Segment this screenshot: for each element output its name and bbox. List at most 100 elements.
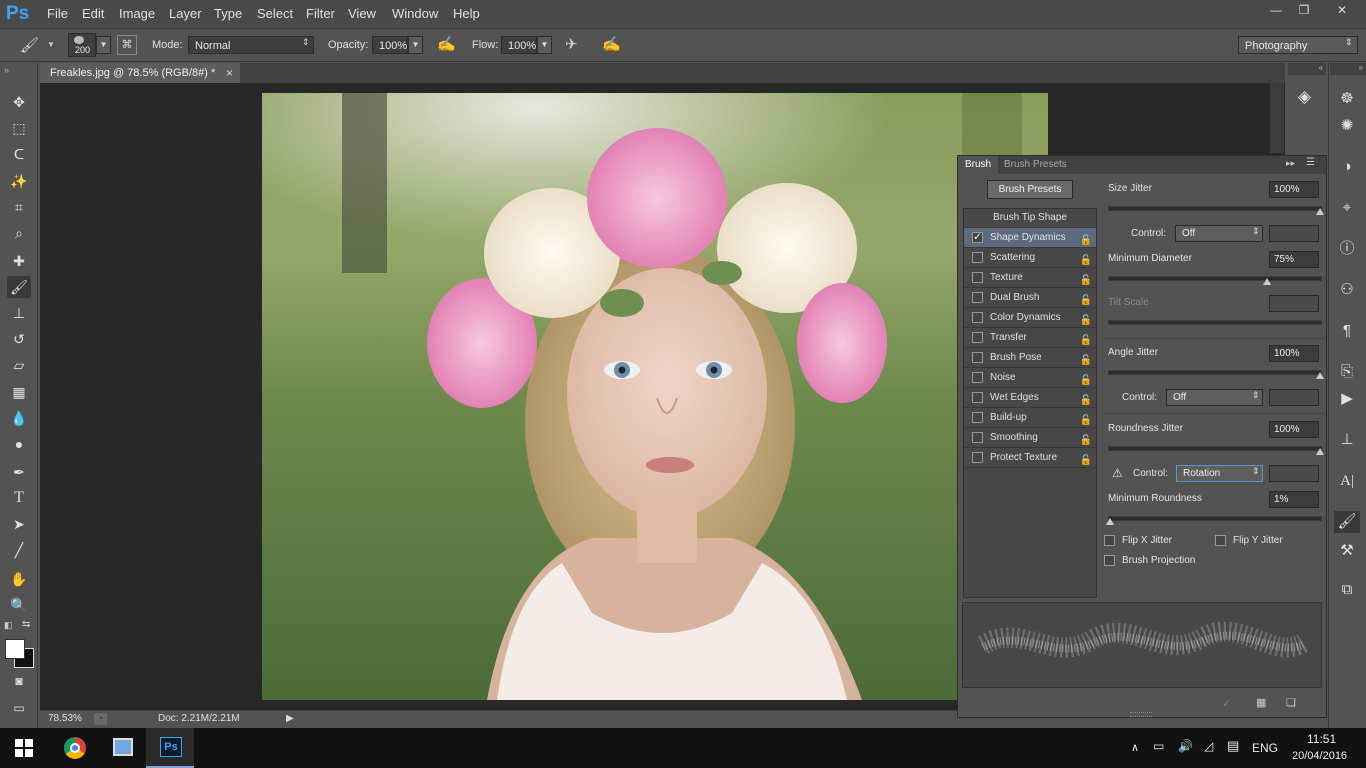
photos-taskbar-icon[interactable] xyxy=(98,728,146,768)
panel-resize-grip[interactable] xyxy=(1130,712,1152,717)
opacity-slider-arrow-icon[interactable]: ▼ xyxy=(408,36,423,54)
action-center-icon[interactable]: ▤ xyxy=(1227,738,1239,754)
flow-input[interactable]: 100% xyxy=(501,36,537,54)
brush-presets-button[interactable]: Brush Presets xyxy=(987,180,1073,199)
healing-brush-tool-icon[interactable]: ✚ xyxy=(7,250,31,272)
panel-menu-icon[interactable]: ☰ xyxy=(1306,157,1315,168)
brush-setting-scattering[interactable]: Scattering 🔓 xyxy=(964,248,1096,268)
collapse-tools-icon[interactable]: » xyxy=(4,65,9,75)
dock-collapse-bar[interactable]: « xyxy=(1288,63,1326,75)
quick-mask-icon[interactable]: ◙ xyxy=(7,670,31,692)
status-info-icon[interactable]: ◔ xyxy=(94,713,107,725)
panel-collapse-icon[interactable]: ▸▸ xyxy=(1286,158,1295,169)
brush-setting-noise[interactable]: Noise 🔓 xyxy=(964,368,1096,388)
size-jitter-slider[interactable] xyxy=(1108,206,1322,211)
marquee-tool-icon[interactable]: ⬚ xyxy=(7,117,31,139)
angle-jitter-thumb[interactable] xyxy=(1316,372,1324,379)
new-brush-icon[interactable]: ❏ xyxy=(1286,696,1296,709)
menu-file[interactable]: File xyxy=(47,6,68,21)
brush-tool-preset-icon[interactable]: 🖌 xyxy=(20,36,46,54)
brush-setting-color-dynamics[interactable]: Color Dynamics 🔓 xyxy=(964,308,1096,328)
language-indicator[interactable]: ENG xyxy=(1252,741,1278,755)
brush-panel-toggle-icon[interactable]: ⌘ xyxy=(117,35,137,55)
3d-icon[interactable]: ⧉ xyxy=(1337,579,1357,601)
tool-presets-icon[interactable]: ⚒ xyxy=(1337,540,1357,562)
restore-button[interactable]: ❐ xyxy=(1288,0,1320,20)
menu-filter[interactable]: Filter xyxy=(306,6,335,21)
paragraph-icon[interactable]: ¶ xyxy=(1337,320,1357,342)
brush-setting-dual-brush[interactable]: Dual Brush 🔓 xyxy=(964,288,1096,308)
path-selection-tool-icon[interactable]: ➤ xyxy=(7,513,31,535)
brush-setting-texture[interactable]: Texture 🔓 xyxy=(964,268,1096,288)
history-brush-tool-icon[interactable]: ↺ xyxy=(7,328,31,350)
type-tool-icon[interactable]: T xyxy=(7,487,31,509)
brush-setting-checkbox[interactable] xyxy=(972,412,983,423)
move-tool-icon[interactable]: ✥ xyxy=(7,91,31,113)
brush-setting-checkbox[interactable]: ✓ xyxy=(972,232,983,243)
line-tool-icon[interactable]: ╱ xyxy=(7,539,31,561)
brush-setting-smoothing[interactable]: Smoothing 🔓 xyxy=(964,428,1096,448)
brush-setting-checkbox[interactable] xyxy=(972,452,983,463)
brush-setting-checkbox[interactable] xyxy=(972,292,983,303)
brush-setting-wet-edges[interactable]: Wet Edges 🔓 xyxy=(964,388,1096,408)
battery-icon[interactable]: ▭ xyxy=(1153,739,1164,753)
wifi-icon[interactable]: ◿ xyxy=(1204,739,1213,753)
pen-tool-icon[interactable]: ✒ xyxy=(7,461,31,483)
menu-select[interactable]: Select xyxy=(257,6,293,21)
brush-tool-icon[interactable]: 🖌 xyxy=(7,276,31,298)
pressure-size-icon[interactable]: ✍ xyxy=(602,35,621,53)
eyedropper-tool-icon[interactable]: ⌕ xyxy=(7,222,31,244)
min-roundness-thumb[interactable] xyxy=(1106,518,1115,525)
brush-setting-transfer[interactable]: Transfer 🔓 xyxy=(964,328,1096,348)
brush-setting-brush-pose[interactable]: Brush Pose 🔓 xyxy=(964,348,1096,368)
brush-setting-shape-dynamics[interactable]: ✓ Shape Dynamics 🔓 xyxy=(964,228,1096,248)
menu-help[interactable]: Help xyxy=(453,6,480,21)
flow-slider-arrow-icon[interactable]: ▼ xyxy=(537,36,552,54)
angle-control-select[interactable]: Off xyxy=(1166,389,1263,406)
dodge-tool-icon[interactable]: ● xyxy=(7,433,31,455)
min-roundness-value[interactable]: 1% xyxy=(1269,491,1319,508)
menu-edit[interactable]: Edit xyxy=(82,6,104,21)
brush-setting-checkbox[interactable] xyxy=(972,272,983,283)
menu-type[interactable]: Type xyxy=(214,6,242,21)
close-button[interactable]: ✕ xyxy=(1318,0,1366,20)
menu-layer[interactable]: Layer xyxy=(169,6,202,21)
pressure-opacity-icon[interactable]: ✍ xyxy=(437,35,456,53)
menu-view[interactable]: View xyxy=(348,6,376,21)
brush-setting-checkbox[interactable] xyxy=(972,312,983,323)
clock-time[interactable]: 11:51 xyxy=(1307,732,1336,746)
lasso-tool-icon[interactable]: ᑕ xyxy=(7,143,31,165)
tab-brush[interactable]: Brush xyxy=(958,156,999,174)
flip-x-checkbox[interactable] xyxy=(1104,535,1115,546)
tab-brush-presets[interactable]: Brush Presets xyxy=(997,156,1074,174)
airbrush-icon[interactable]: ✈ xyxy=(565,35,578,53)
brush-picker-arrow-icon[interactable]: ▼ xyxy=(96,36,111,54)
flip-y-checkbox[interactable] xyxy=(1215,535,1226,546)
roundness-jitter-value[interactable]: 100% xyxy=(1269,421,1319,438)
eraser-tool-icon[interactable]: ▱ xyxy=(7,354,31,376)
document-image[interactable] xyxy=(262,93,1048,700)
info-icon[interactable]: ⓘ xyxy=(1337,238,1357,260)
min-diameter-thumb[interactable] xyxy=(1263,278,1271,285)
workspace-select[interactable]: Photography xyxy=(1238,36,1358,54)
opacity-input[interactable]: 100% xyxy=(372,36,408,54)
volume-icon[interactable]: 🔊 xyxy=(1178,739,1193,753)
right-dock-collapse-bar[interactable]: » xyxy=(1330,63,1366,75)
brush-projection-checkbox[interactable] xyxy=(1104,555,1115,566)
document-tab-close-icon[interactable]: × xyxy=(226,66,233,80)
paths-icon[interactable]: ⌖ xyxy=(1337,197,1357,219)
min-diameter-value[interactable]: 75% xyxy=(1269,251,1319,268)
brush-setting-checkbox[interactable] xyxy=(972,332,983,343)
size-jitter-value[interactable]: 100% xyxy=(1269,181,1319,198)
mode-select[interactable]: Normal xyxy=(188,36,314,54)
windows-start-icon[interactable] xyxy=(15,739,33,757)
brush-tip-shape-item[interactable]: Brush Tip Shape xyxy=(964,208,1096,228)
clone-stamp-tool-icon[interactable]: ⊥ xyxy=(7,302,31,324)
actions-play-icon[interactable]: ▶ xyxy=(1337,388,1357,410)
brush-panel-icon[interactable]: 🖌 xyxy=(1334,511,1360,533)
color-icon[interactable]: ✺ xyxy=(1337,115,1357,137)
foreground-color-swatch[interactable] xyxy=(5,639,25,659)
brush-grid-icon[interactable]: ▦ xyxy=(1256,696,1266,709)
status-menu-arrow-icon[interactable]: ▶ xyxy=(286,713,294,724)
zoom-tool-icon[interactable]: 🔍 xyxy=(7,594,31,616)
